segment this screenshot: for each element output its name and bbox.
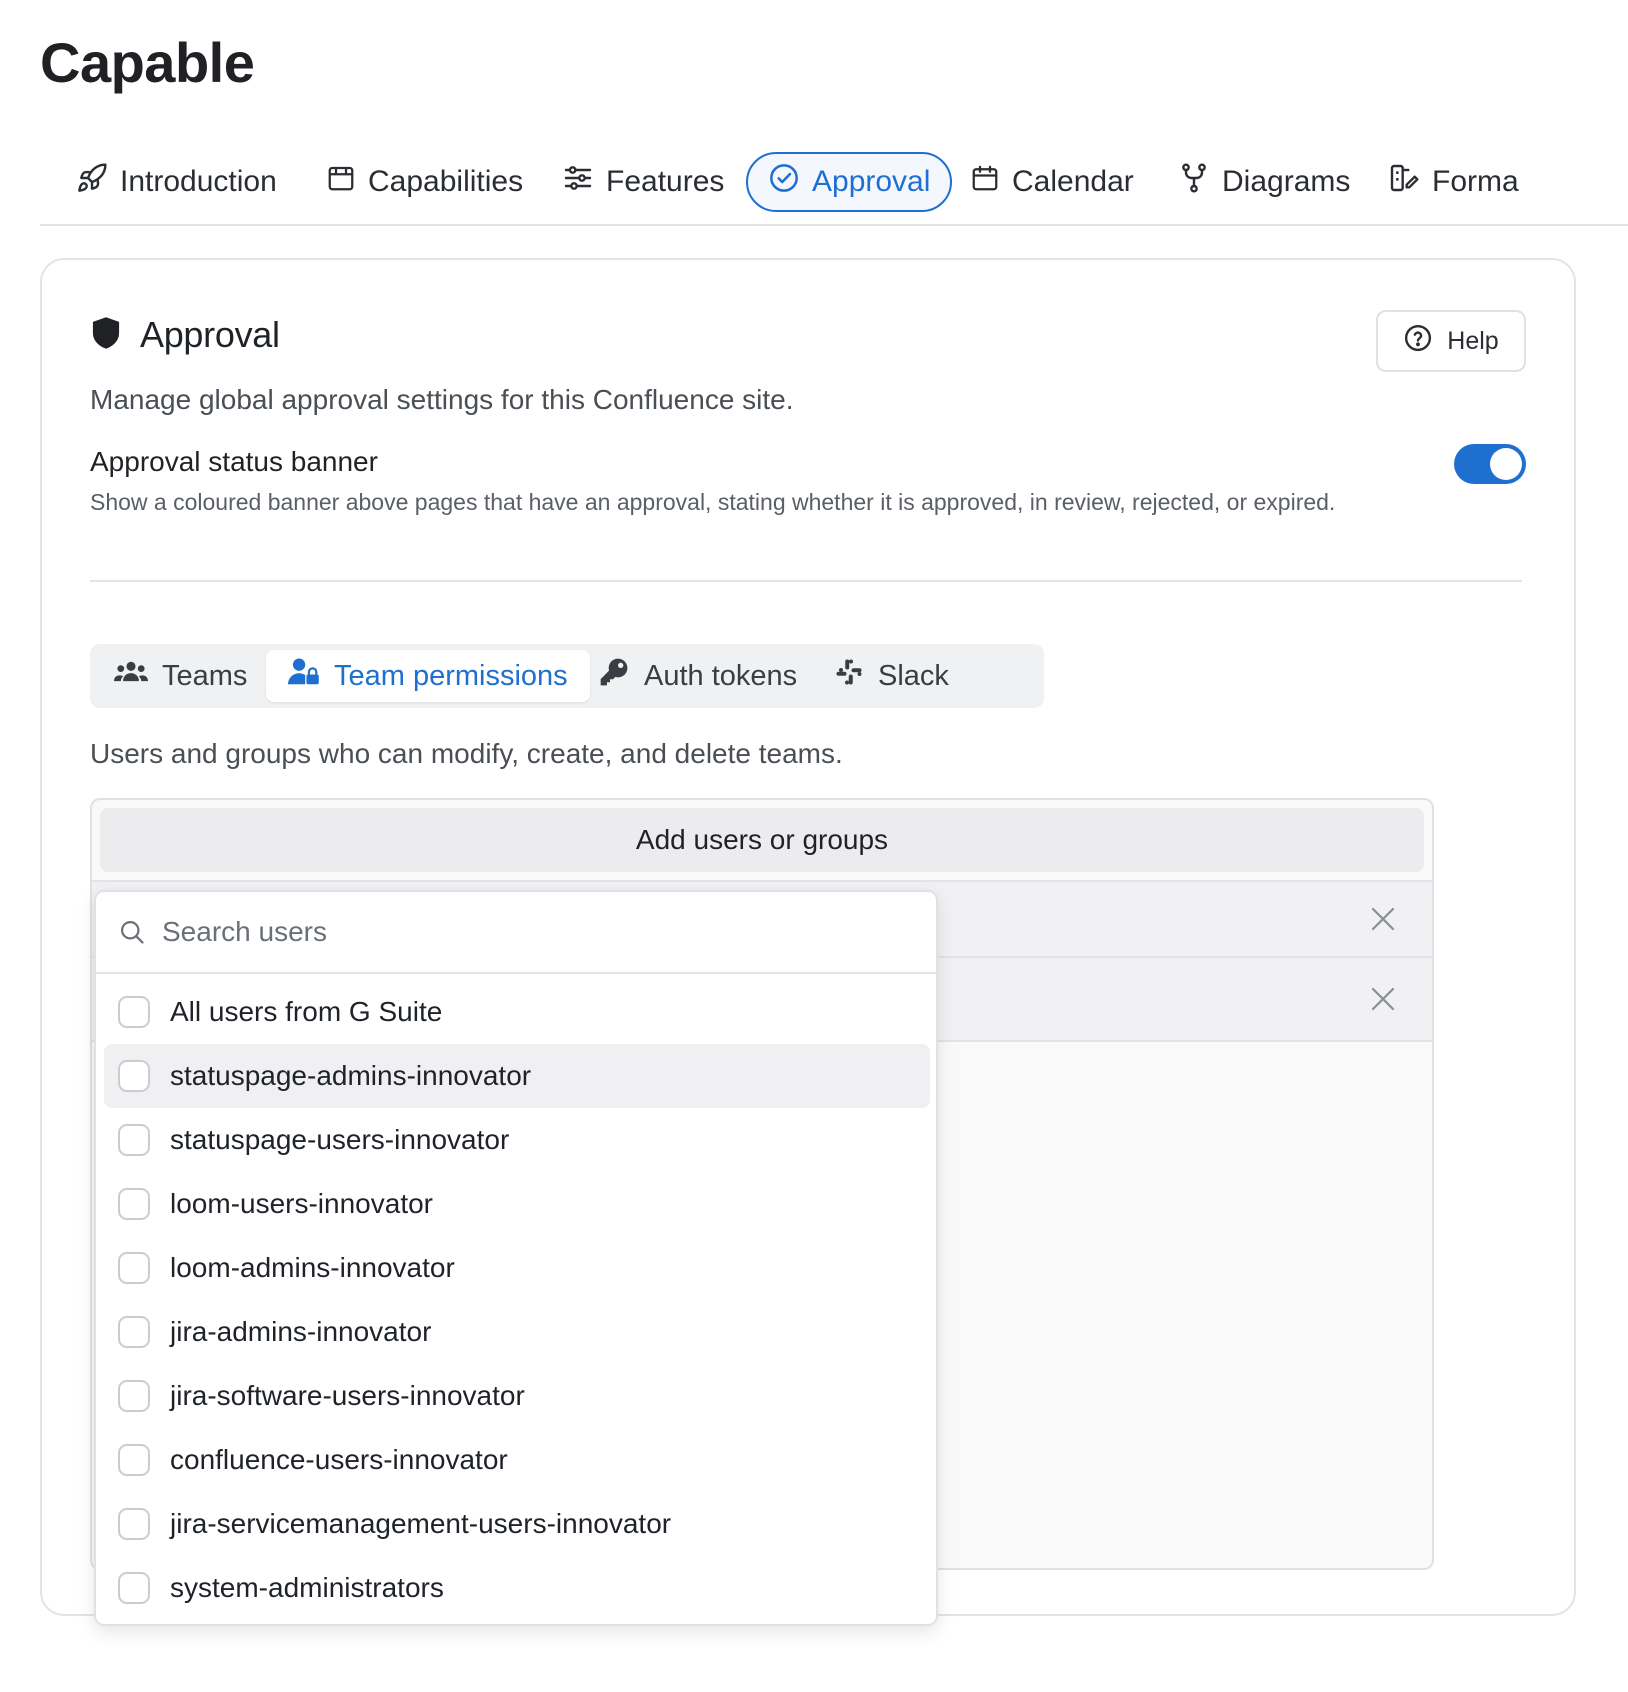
toggle-knob: [1490, 448, 1522, 480]
format-icon: [1388, 162, 1420, 202]
question-circle-icon: [1403, 323, 1433, 360]
list-item[interactable]: confluence-users-innovator: [104, 1428, 930, 1492]
checkbox[interactable]: [118, 1444, 150, 1476]
list-item[interactable]: jira-admins-innovator: [104, 1300, 930, 1364]
option-label: loom-users-innovator: [170, 1188, 433, 1219]
option-label: jira-servicemanagement-users-innovator: [170, 1508, 672, 1539]
search-icon: [120, 920, 144, 944]
subtab-auth-tokens[interactable]: Auth tokens: [598, 650, 797, 702]
divider: [90, 580, 1522, 582]
option-label: All users from G Suite: [170, 996, 443, 1027]
search-input[interactable]: [162, 916, 902, 948]
rocket-icon: [76, 162, 108, 202]
tab-approval[interactable]: Approval: [746, 152, 953, 212]
top-nav: Introduction Capabilities Features Appro…: [40, 140, 1628, 226]
banner-setting-description: Show a coloured banner above pages that …: [90, 489, 1336, 515]
option-list: All users from G Suite statuspage-admins…: [104, 980, 930, 1620]
banner-toggle[interactable]: [1454, 444, 1526, 484]
list-item[interactable]: system-administrators: [104, 1556, 930, 1620]
option-label: jira-admins-innovator: [170, 1316, 432, 1347]
list-item[interactable]: loom-users-innovator: [104, 1172, 930, 1236]
box-icon: [326, 163, 356, 201]
checkbox[interactable]: [118, 1316, 150, 1348]
slack-icon: [834, 657, 864, 695]
help-label: Help: [1447, 326, 1499, 355]
subtab-team-permissions[interactable]: Team permissions: [266, 650, 590, 702]
subtab-slack[interactable]: Slack: [834, 650, 949, 702]
user-picker-dropdown: All users from G Suite statuspage-admins…: [94, 890, 938, 1626]
sliders-icon: [562, 162, 594, 202]
subtab-label: Slack: [878, 659, 949, 692]
card-title: Approval: [140, 314, 280, 355]
option-label: loom-admins-innovator: [170, 1252, 455, 1283]
checkbox[interactable]: [118, 1060, 150, 1092]
calendar-icon: [970, 163, 1000, 201]
banner-setting-label: Approval status banner: [90, 446, 378, 477]
subtabs: Teams Team permissions Auth tokens Slack: [90, 644, 1044, 708]
checkbox[interactable]: [118, 1252, 150, 1284]
tab-label: Diagrams: [1222, 165, 1351, 198]
help-button[interactable]: Help: [1376, 310, 1526, 372]
subtab-label: Teams: [162, 659, 248, 692]
option-label: statuspage-admins-innovator: [170, 1060, 532, 1091]
permissions-description: Users and groups who can modify, create,…: [90, 738, 843, 769]
subtab-label: Team permissions: [334, 659, 568, 692]
tab-label: Features: [606, 165, 725, 198]
tab-features[interactable]: Features: [562, 152, 724, 212]
close-icon[interactable]: [1368, 984, 1398, 1014]
list-item[interactable]: All users from G Suite: [104, 980, 930, 1044]
tab-forma[interactable]: Forma: [1388, 152, 1519, 212]
list-item[interactable]: statuspage-admins-innovator: [104, 1044, 930, 1108]
user-lock-icon: [288, 657, 320, 695]
tab-diagrams[interactable]: Diagrams: [1178, 152, 1350, 212]
option-label: jira-software-users-innovator: [170, 1380, 525, 1411]
option-label: statuspage-users-innovator: [170, 1124, 510, 1155]
card-header: Approval: [90, 314, 280, 356]
app-title: Capable: [40, 31, 255, 94]
list-item[interactable]: jira-servicemanagement-users-innovator: [104, 1492, 930, 1556]
tab-introduction[interactable]: Introduction: [76, 152, 277, 212]
users-icon: [114, 658, 148, 694]
search-row: [96, 892, 936, 974]
list-item[interactable]: jira-software-users-innovator: [104, 1364, 930, 1428]
option-label: confluence-users-innovator: [170, 1444, 508, 1475]
shield-icon: [90, 316, 122, 355]
list-item[interactable]: loom-admins-innovator: [104, 1236, 930, 1300]
tab-label: Capabilities: [368, 165, 524, 198]
checkbox[interactable]: [118, 1188, 150, 1220]
checkbox[interactable]: [118, 1380, 150, 1412]
page: Capable Introduction Capabilities Featur…: [0, 0, 1628, 1692]
checkbox[interactable]: [118, 1508, 150, 1540]
key-icon: [598, 656, 630, 696]
card-subtitle: Manage global approval settings for this…: [90, 384, 794, 415]
tab-label: Approval: [812, 165, 931, 198]
tab-label: Calendar: [1012, 165, 1134, 198]
close-icon[interactable]: [1368, 904, 1398, 934]
subtab-teams[interactable]: Teams: [114, 650, 247, 702]
checkbox[interactable]: [118, 1572, 150, 1604]
option-label: system-administrators: [170, 1572, 444, 1603]
add-users-button[interactable]: Add users or groups: [100, 808, 1424, 872]
tab-label: Forma: [1432, 165, 1519, 198]
checkbox[interactable]: [118, 1124, 150, 1156]
check-circle-icon: [768, 162, 800, 202]
tab-calendar[interactable]: Calendar: [970, 152, 1134, 212]
list-item[interactable]: statuspage-users-innovator: [104, 1108, 930, 1172]
subtab-label: Auth tokens: [644, 659, 798, 692]
checkbox[interactable]: [118, 996, 150, 1028]
tab-label: Introduction: [120, 165, 277, 198]
git-fork-icon: [1178, 162, 1210, 202]
tab-capabilities[interactable]: Capabilities: [326, 152, 523, 212]
